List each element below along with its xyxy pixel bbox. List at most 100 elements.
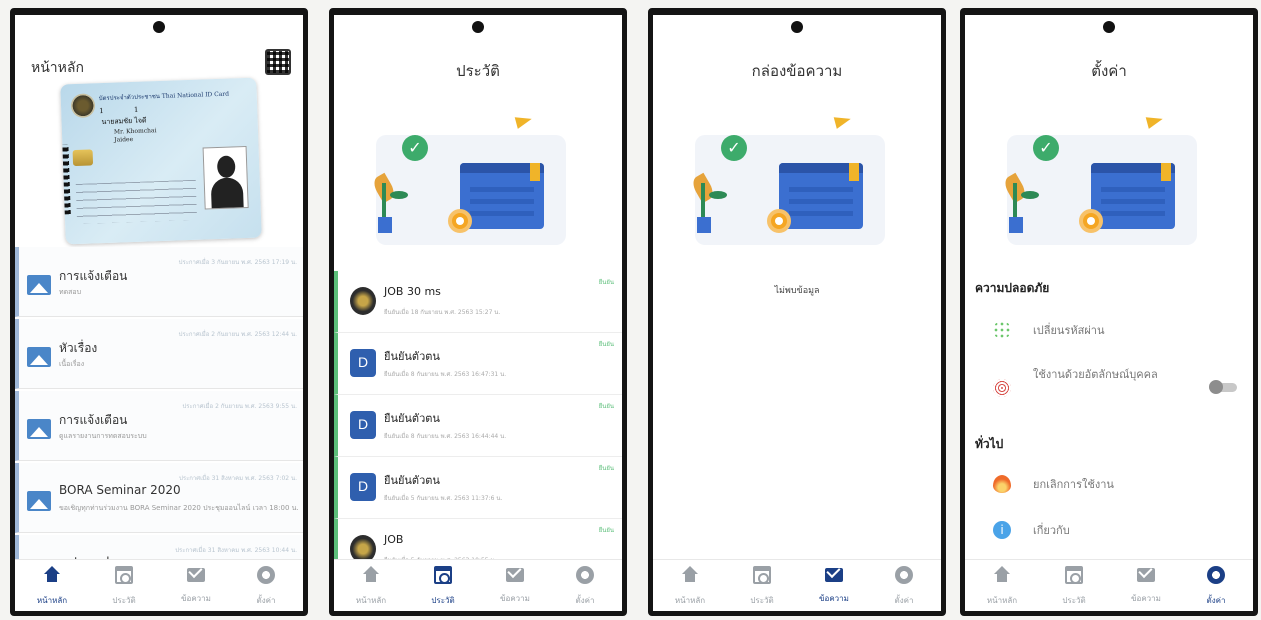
- history-item[interactable]: D ยืนยันตัวตน ยืนยันเมื่อ 8 กันยายน พ.ศ.…: [334, 333, 622, 395]
- image-icon: [27, 347, 51, 367]
- history-title: JOB 30 ms: [384, 285, 441, 298]
- history-subtitle: ยืนยันเมื่อ 18 กันยายน พ.ศ. 2563 15:27 น…: [384, 309, 501, 316]
- history-subtitle: ยืนยันเมื่อ 5 กันยายน พ.ศ. 2563 11:37:6 …: [384, 495, 503, 502]
- id-number-left: 1: [99, 106, 104, 116]
- nav-label-history: ประวัติ: [1062, 596, 1086, 605]
- notification-title: BORA Seminar 2020: [59, 483, 181, 497]
- nav-label-history: ประวัติ: [431, 596, 455, 605]
- mail-icon: [187, 568, 205, 582]
- calendar-clock-icon: [434, 566, 452, 584]
- nav-tab-home[interactable]: หน้าหลัก: [334, 566, 408, 607]
- notification-item[interactable]: หัวเรื่อง เนื้อเรื่อง ประกาศเมื่อ 2 กันย…: [15, 319, 303, 389]
- history-status: ยืนยัน: [598, 527, 614, 534]
- nav-tab-settings[interactable]: ตั้งค่า: [1179, 566, 1253, 607]
- bottom-nav: หน้าหลัก ประวัติ ข้อความ ตั้งค่า: [965, 559, 1253, 611]
- history-subtitle: ยืนยันเมื่อ 8 กันยายน พ.ศ. 2563 16:44:44…: [384, 433, 507, 440]
- notification-item[interactable]: การแจ้งเตือน ทดสอบ ประกาศเมื่อ 3 กันยายน…: [15, 247, 303, 317]
- bottom-nav: หน้าหลัก ประวัติ ข้อความ ตั้งค่า: [653, 559, 941, 611]
- phone-settings: ตั้งค่า ✓ ความปลอดภัย เปลี่ยนรหัสผ่าน ใช…: [960, 8, 1258, 616]
- nav-tab-messages[interactable]: ข้อความ: [478, 566, 552, 605]
- nav-tab-home[interactable]: หน้าหลัก: [965, 566, 1039, 607]
- notification-date: ประกาศเมื่อ 2 กันยายน พ.ศ. 2563 9:55 น.: [182, 403, 297, 410]
- notification-item[interactable]: BORA Seminar 2020 ขอเชิญทุกท่านร่วมงาน B…: [15, 463, 303, 533]
- image-icon: [27, 491, 51, 511]
- notification-date: ประกาศเมื่อ 2 กันยายน พ.ศ. 2563 12:44 น.: [178, 331, 297, 338]
- nav-label-settings: ตั้งค่า: [256, 596, 276, 605]
- image-icon: [27, 275, 51, 295]
- notification-date: ประกาศเมื่อ 3 กันยายน พ.ศ. 2563 17:19 น.: [178, 259, 297, 266]
- gear-icon: [895, 566, 913, 584]
- nav-tab-home[interactable]: หน้าหลัก: [15, 566, 89, 607]
- calendar-clock-icon: [1065, 566, 1083, 584]
- history-status: ยืนยัน: [598, 465, 614, 472]
- nav-tab-history[interactable]: ประวัติ: [1037, 566, 1111, 607]
- biometric-label: ใช้งานด้วยอัตลักษณ์บุคคล: [1033, 368, 1158, 381]
- calendar-clock-icon: [753, 566, 771, 584]
- paper-plane-icon: [833, 113, 853, 129]
- history-title: ยืนยันตัวตน: [384, 350, 440, 363]
- id-number-right: 1: [133, 105, 139, 114]
- nav-label-messages: ข้อความ: [500, 594, 530, 603]
- change-pin-row[interactable]: เปลี่ยนรหัสผ่าน: [975, 315, 1243, 345]
- history-status: ยืนยัน: [598, 403, 614, 410]
- seal-icon: [350, 287, 376, 315]
- empty-state-text: ไม่พบข้อมูล: [774, 286, 820, 296]
- history-title: ยืนยันตัวตน: [384, 474, 440, 487]
- nav-tab-history[interactable]: ประวัติ: [725, 566, 799, 607]
- nav-tab-settings[interactable]: ตั้งค่า: [548, 566, 622, 607]
- history-status: ยืนยัน: [598, 341, 614, 348]
- history-item[interactable]: D ยืนยันตัวตน ยืนยันเมื่อ 8 กันยายน พ.ศ.…: [334, 395, 622, 457]
- id-card[interactable]: บัตรประจำตัวประชาชน Thai National ID Car…: [60, 77, 262, 245]
- notification-subtitle: ดูแลรายงานการทดสอบระบบ: [59, 432, 147, 440]
- notification-subtitle: เนื้อเรื่อง: [59, 360, 85, 368]
- biometric-row[interactable]: ใช้งานด้วยอัตลักษณ์บุคคล: [975, 365, 1243, 409]
- id-card-photo: [202, 146, 249, 210]
- nav-tab-history[interactable]: ประวัติ: [87, 566, 161, 607]
- cancel-usage-label: ยกเลิกการใช้งาน: [1033, 478, 1114, 491]
- page-title: ประวัติ: [456, 62, 500, 80]
- about-row[interactable]: i เกี่ยวกับ: [975, 515, 1243, 545]
- check-icon: ✓: [1033, 135, 1059, 161]
- qr-code-icon[interactable]: [265, 49, 291, 75]
- notification-item[interactable]: การแจ้งเตือน ดูแลรายงานการทดสอบระบบ ประก…: [15, 391, 303, 461]
- mail-icon: [1137, 568, 1155, 582]
- notification-date: ประกาศเมื่อ 31 สิงหาคม พ.ศ. 2563 7:02 น.: [179, 475, 297, 482]
- nav-tab-history[interactable]: ประวัติ: [406, 566, 480, 607]
- nav-tab-home[interactable]: หน้าหลัก: [653, 566, 727, 607]
- gear-icon: [576, 566, 594, 584]
- check-icon: ✓: [402, 135, 428, 161]
- nav-tab-messages[interactable]: ข้อความ: [797, 566, 871, 605]
- cancel-usage-row[interactable]: ยกเลิกการใช้งาน: [975, 469, 1243, 499]
- info-icon: i: [993, 521, 1011, 539]
- id-card-barcode: [62, 144, 71, 215]
- nav-tab-messages[interactable]: ข้อความ: [159, 566, 233, 605]
- nav-label-messages: ข้อความ: [181, 594, 211, 603]
- mail-icon: [825, 568, 843, 582]
- notification-list: การแจ้งเตือน ทดสอบ ประกาศเมื่อ 3 กันยายน…: [15, 247, 303, 607]
- notification-title: การแจ้งเตือน: [59, 413, 128, 427]
- notification-date: ประกาศเมื่อ 31 สิงหาคม พ.ศ. 2563 10:44 น…: [175, 547, 297, 554]
- change-pin-label: เปลี่ยนรหัสผ่าน: [1033, 324, 1105, 337]
- security-section-header: ความปลอดภัย: [975, 281, 1050, 295]
- biometric-toggle[interactable]: [1209, 380, 1237, 394]
- home-icon: [362, 566, 380, 584]
- history-subtitle: ยืนยันเมื่อ 8 กันยายน พ.ศ. 2563 16:47:31…: [384, 371, 507, 378]
- front-camera: [791, 21, 803, 33]
- history-illustration: ✓: [368, 105, 588, 255]
- id-card-details: [75, 179, 198, 224]
- page-title: กล่องข้อความ: [751, 62, 843, 80]
- nav-tab-settings[interactable]: ตั้งค่า: [229, 566, 303, 607]
- home-icon: [43, 566, 61, 584]
- nav-tab-messages[interactable]: ข้อความ: [1109, 566, 1183, 605]
- general-section-header: ทั่วไป: [975, 437, 1004, 451]
- history-item[interactable]: JOB 30 ms ยืนยันเมื่อ 18 กันยายน พ.ศ. 25…: [334, 271, 622, 333]
- garuda-seal-icon: [70, 93, 96, 119]
- nav-tab-settings[interactable]: ตั้งค่า: [867, 566, 941, 607]
- paper-plane-icon: [1145, 113, 1165, 129]
- nav-label-messages: ข้อความ: [819, 594, 849, 603]
- history-item[interactable]: D ยืนยันตัวตน ยืนยันเมื่อ 5 กันยายน พ.ศ.…: [334, 457, 622, 519]
- calendar-clock-icon: [115, 566, 133, 584]
- history-title: JOB: [384, 533, 404, 546]
- mail-icon: [506, 568, 524, 582]
- nav-label-home: หน้าหลัก: [674, 596, 706, 605]
